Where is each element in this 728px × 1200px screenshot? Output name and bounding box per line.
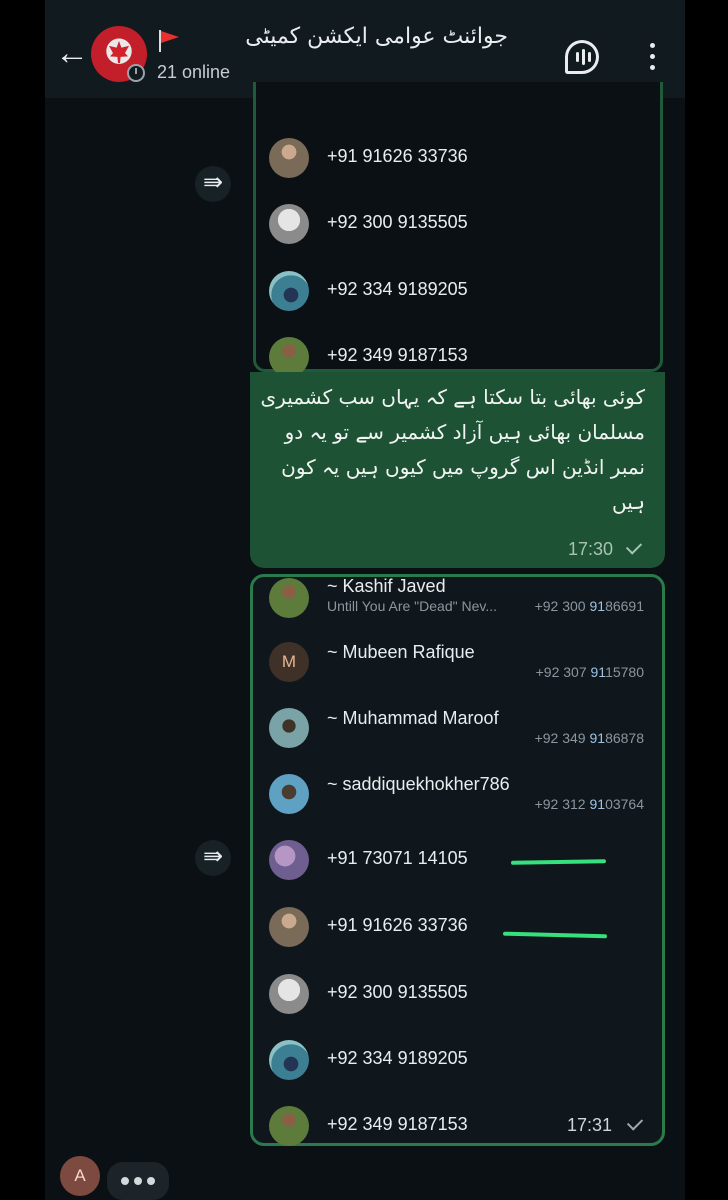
- contact-avatar: [269, 974, 309, 1014]
- forward-icon[interactable]: ⇛: [195, 166, 231, 202]
- member-avatar: [269, 578, 309, 618]
- member-phone: +92 349 9186878: [534, 730, 644, 746]
- disappearing-timer-icon: [127, 64, 145, 82]
- member-name: ~ Mubeen Rafique: [327, 642, 475, 662]
- forward-icon[interactable]: ⇛: [195, 840, 231, 876]
- contact-phone: +92 300 9135505: [327, 982, 468, 1002]
- online-count: 21 online: [157, 62, 231, 82]
- typing-user-avatar: A: [60, 1156, 100, 1196]
- more-options-icon[interactable]: [643, 40, 663, 74]
- contact-avatar: [269, 271, 309, 311]
- contact-avatar: [269, 204, 309, 244]
- contact-avatar: [269, 337, 309, 377]
- back-arrow-icon[interactable]: ←: [55, 36, 89, 72]
- member-avatar: [269, 774, 309, 814]
- voice-chat-icon[interactable]: [565, 40, 599, 74]
- message-text: کوئی بھائی بتا سکتا ہے کہ یہاں سب کشمیری…: [260, 385, 645, 514]
- contact-phone: +91 73071 14105: [327, 848, 468, 868]
- member-phone: +92 312 9103764: [534, 796, 644, 812]
- contact-phone: +92 334 9189205: [327, 279, 468, 299]
- contact-phone: +92 334 9189205: [327, 1048, 468, 1068]
- contact-phone: +91 91626 33736: [327, 146, 468, 166]
- member-name: ~ Muhammad Maroof: [327, 708, 499, 728]
- contact-avatar: [269, 907, 309, 947]
- member-avatar: [269, 708, 309, 748]
- maple-leaf-icon: [109, 41, 129, 63]
- contact-avatar: [269, 1106, 309, 1146]
- chat-screen: ← جوائنٹ عوامی ایکشن کمیٹی 21 online ⇛ +…: [45, 0, 685, 1200]
- member-name: ~ Kashif Javed: [327, 576, 446, 596]
- typing-indicator: [107, 1162, 169, 1200]
- contact-phone: +92 300 9135505: [327, 212, 468, 232]
- contact-phone: +92 349 9187153: [327, 1114, 468, 1134]
- message-time: 17:30: [568, 539, 614, 559]
- member-avatar: M: [269, 642, 309, 682]
- contact-avatar: [269, 840, 309, 880]
- group-title[interactable]: جوائنٹ عوامی ایکشن کمیٹی: [153, 24, 508, 60]
- sent-check-icon: [625, 538, 643, 555]
- contact-avatar: [269, 138, 309, 178]
- message-time: 17:31: [567, 1115, 613, 1135]
- member-phone: +92 300 9186691: [534, 598, 644, 614]
- member-phone: +92 307 9115780: [535, 664, 644, 680]
- contact-avatar: [269, 1040, 309, 1080]
- contact-phone: +92 349 9187153: [327, 345, 468, 365]
- contact-phone: +91 91626 33736: [327, 915, 468, 935]
- member-name: ~ saddiquekhokher786: [327, 774, 510, 794]
- outgoing-message-bubble[interactable]: کوئی بھائی بتا سکتا ہے کہ یہاں سب کشمیری…: [250, 372, 665, 568]
